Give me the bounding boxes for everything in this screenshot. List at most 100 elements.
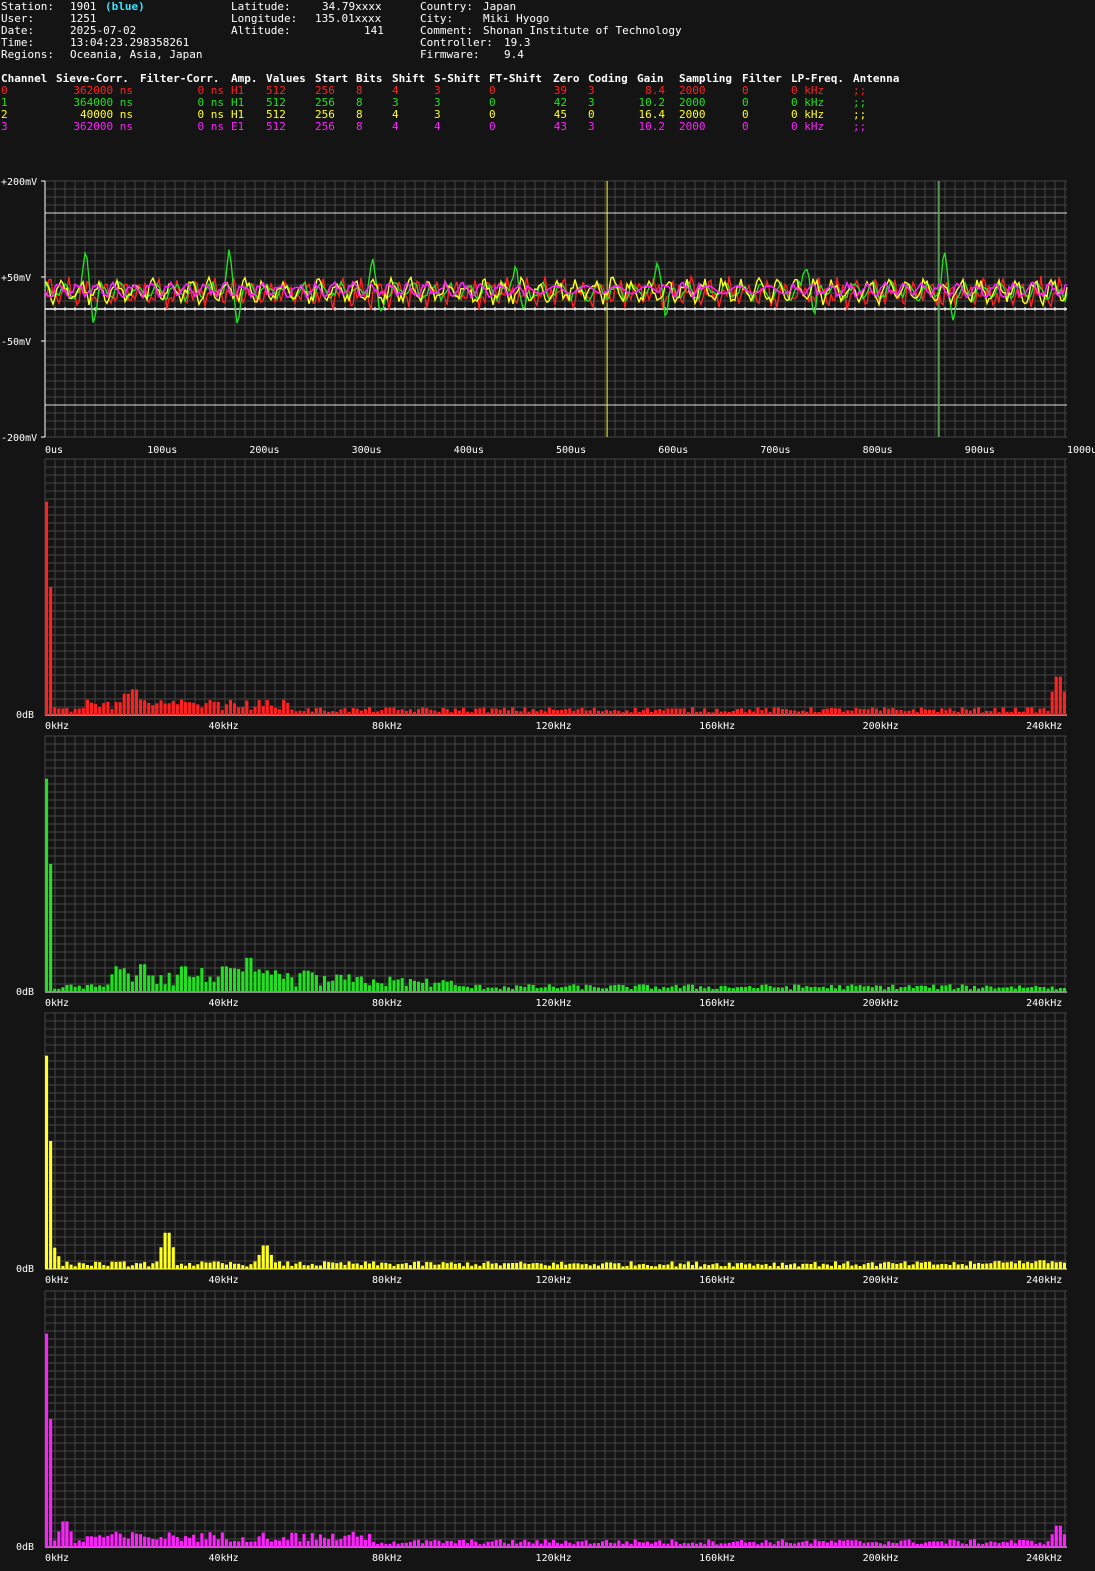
spectrum-bar-ch1 xyxy=(862,986,866,992)
spectrum-bar-ch0 xyxy=(49,587,53,715)
spectrum-bar-ch1 xyxy=(858,985,862,992)
spectrum-bar-ch2 xyxy=(572,1263,576,1269)
spectrum-bar-ch3 xyxy=(981,1544,985,1547)
x-tick-label: 600us xyxy=(658,445,688,456)
spectrum-bar-ch3 xyxy=(964,1544,968,1547)
spectrum-bar-ch3 xyxy=(347,1534,351,1547)
spectrum-bar-ch1 xyxy=(425,978,429,992)
spectrum-bar-ch2 xyxy=(175,1265,179,1269)
spectrum-bar-ch3 xyxy=(134,1533,139,1547)
x-tick-label: 40kHz xyxy=(209,721,239,732)
spectrum-bar-ch2 xyxy=(584,1263,588,1269)
spectrum-bar-ch0 xyxy=(641,710,645,715)
spectrum-bar-ch3 xyxy=(77,1540,81,1547)
spectrum-bar-ch2 xyxy=(690,1264,694,1269)
spectrum-bar-ch1 xyxy=(220,966,224,992)
spectrum-bar-ch2 xyxy=(682,1264,686,1269)
spectrum-bar-ch2 xyxy=(858,1265,862,1269)
spectrum-bar-ch2 xyxy=(932,1264,936,1269)
spectrum-bar-ch2 xyxy=(813,1262,817,1269)
spectrum-bar-ch2 xyxy=(73,1266,77,1269)
spectrum-bar-ch2 xyxy=(915,1261,919,1269)
spectrum-bar-ch3 xyxy=(384,1543,388,1547)
spectrum-bar-ch3 xyxy=(543,1539,547,1547)
spectrum-bar-ch3 xyxy=(228,1541,233,1547)
spectrum-bar-ch2 xyxy=(519,1261,523,1269)
x-tick-label: 120kHz xyxy=(536,1553,572,1564)
spectrum-bar-ch1 xyxy=(269,974,273,992)
spectrum-bar-ch1 xyxy=(478,984,482,992)
spectrum-bar-ch2 xyxy=(748,1263,752,1269)
spectrum-bar-ch1 xyxy=(339,974,343,992)
spectrum-bar-ch3 xyxy=(490,1541,494,1547)
spectrum-bar-ch2 xyxy=(298,1261,302,1269)
spectrum-bar-ch1 xyxy=(940,985,944,992)
spectrum-bar-ch3 xyxy=(253,1541,257,1547)
spectrum-bar-ch0 xyxy=(752,711,756,715)
spectrum-bar-ch1 xyxy=(417,981,421,992)
spectrum-bar-ch2 xyxy=(171,1247,175,1269)
spectrum-bar-ch0 xyxy=(437,711,441,715)
spectrum-bar-ch3 xyxy=(183,1536,188,1547)
spectrum-bar-ch3 xyxy=(1017,1539,1022,1547)
spectrum-bar-ch3 xyxy=(756,1544,760,1547)
spectrum-bar-ch3 xyxy=(813,1539,817,1547)
x-tick-label: 80kHz xyxy=(372,998,402,1009)
spectrum-bar-ch0 xyxy=(666,708,670,715)
spectrum-bar-ch3 xyxy=(425,1540,429,1547)
spectrum-bar-ch2 xyxy=(433,1264,437,1269)
spectrum-bar-ch2 xyxy=(686,1261,690,1269)
spectrum-bar-ch2 xyxy=(613,1263,617,1269)
spectrum-bar-ch2 xyxy=(408,1265,412,1269)
spectrum-bar-ch3 xyxy=(241,1537,245,1547)
spectrum-bar-ch3 xyxy=(527,1541,531,1547)
spectrum-bar-ch0 xyxy=(662,710,666,715)
spectrum-bar-ch2 xyxy=(760,1264,764,1269)
spectrum-bar-ch0 xyxy=(850,710,854,715)
spectrum-bar-ch1 xyxy=(441,980,445,992)
spectrum-bar-ch0 xyxy=(895,709,899,715)
spectrum-bar-ch0 xyxy=(768,711,772,715)
spectrum-bar-ch0 xyxy=(1001,707,1005,715)
spectrum-bar-ch0 xyxy=(535,711,539,715)
spectrum-bar-ch2 xyxy=(678,1263,682,1269)
spectrum-bar-ch0 xyxy=(183,702,188,715)
spectrum-bar-ch1 xyxy=(302,970,306,992)
spectrum-bar-ch2 xyxy=(143,1261,147,1269)
spectrum-bar-ch3 xyxy=(862,1543,866,1547)
spectrum-bar-ch2 xyxy=(531,1263,535,1269)
spectrum-bar-ch2 xyxy=(739,1262,744,1269)
spectrum-bar-ch3 xyxy=(45,1333,49,1547)
spectrum-bar-ch0 xyxy=(310,711,314,715)
spectrum-bar-ch2 xyxy=(45,1055,49,1269)
spectrum-bar-ch3 xyxy=(278,1540,282,1547)
spectrum-bar-ch3 xyxy=(874,1542,878,1547)
spectrum-bar-ch1 xyxy=(1046,988,1050,992)
spectrum-bar-ch0 xyxy=(789,710,793,715)
spectrum-bar-ch3 xyxy=(899,1540,903,1547)
spectrum-bar-ch3 xyxy=(269,1541,273,1547)
spectrum-bar-ch0 xyxy=(744,712,748,715)
spectrum-bar-ch2 xyxy=(907,1265,911,1269)
spectrum-bar-ch0 xyxy=(404,710,408,715)
spectrum-bar-ch3 xyxy=(846,1539,850,1547)
spectrum-bar-ch0 xyxy=(302,711,306,715)
x-tick-label: 240kHz xyxy=(1026,721,1062,732)
spectrum-bar-ch3 xyxy=(1009,1540,1013,1547)
spectrum-bar-ch0 xyxy=(727,711,731,715)
spectrum-bar-ch0 xyxy=(506,710,511,715)
spectrum-bar-ch1 xyxy=(1054,989,1058,992)
spectrum-bar-ch3 xyxy=(298,1541,302,1547)
spectrum-bar-ch0 xyxy=(273,708,278,715)
spectrum-bar-ch0 xyxy=(461,707,466,715)
spectrum-bar-ch1 xyxy=(707,986,711,992)
spectrum-bar-ch0 xyxy=(821,709,825,715)
spectrum-bar-ch3 xyxy=(81,1541,85,1547)
spectrum-bar-ch1 xyxy=(179,966,183,992)
spectrum-bar-ch2 xyxy=(756,1263,760,1269)
spectrum-bar-ch2 xyxy=(1058,1261,1062,1269)
spectrum-bar-ch3 xyxy=(147,1537,151,1547)
spectrum-bar-ch1 xyxy=(997,987,1001,992)
spectrum-bar-ch1 xyxy=(278,973,282,992)
spectrum-bar-ch1 xyxy=(866,985,870,992)
